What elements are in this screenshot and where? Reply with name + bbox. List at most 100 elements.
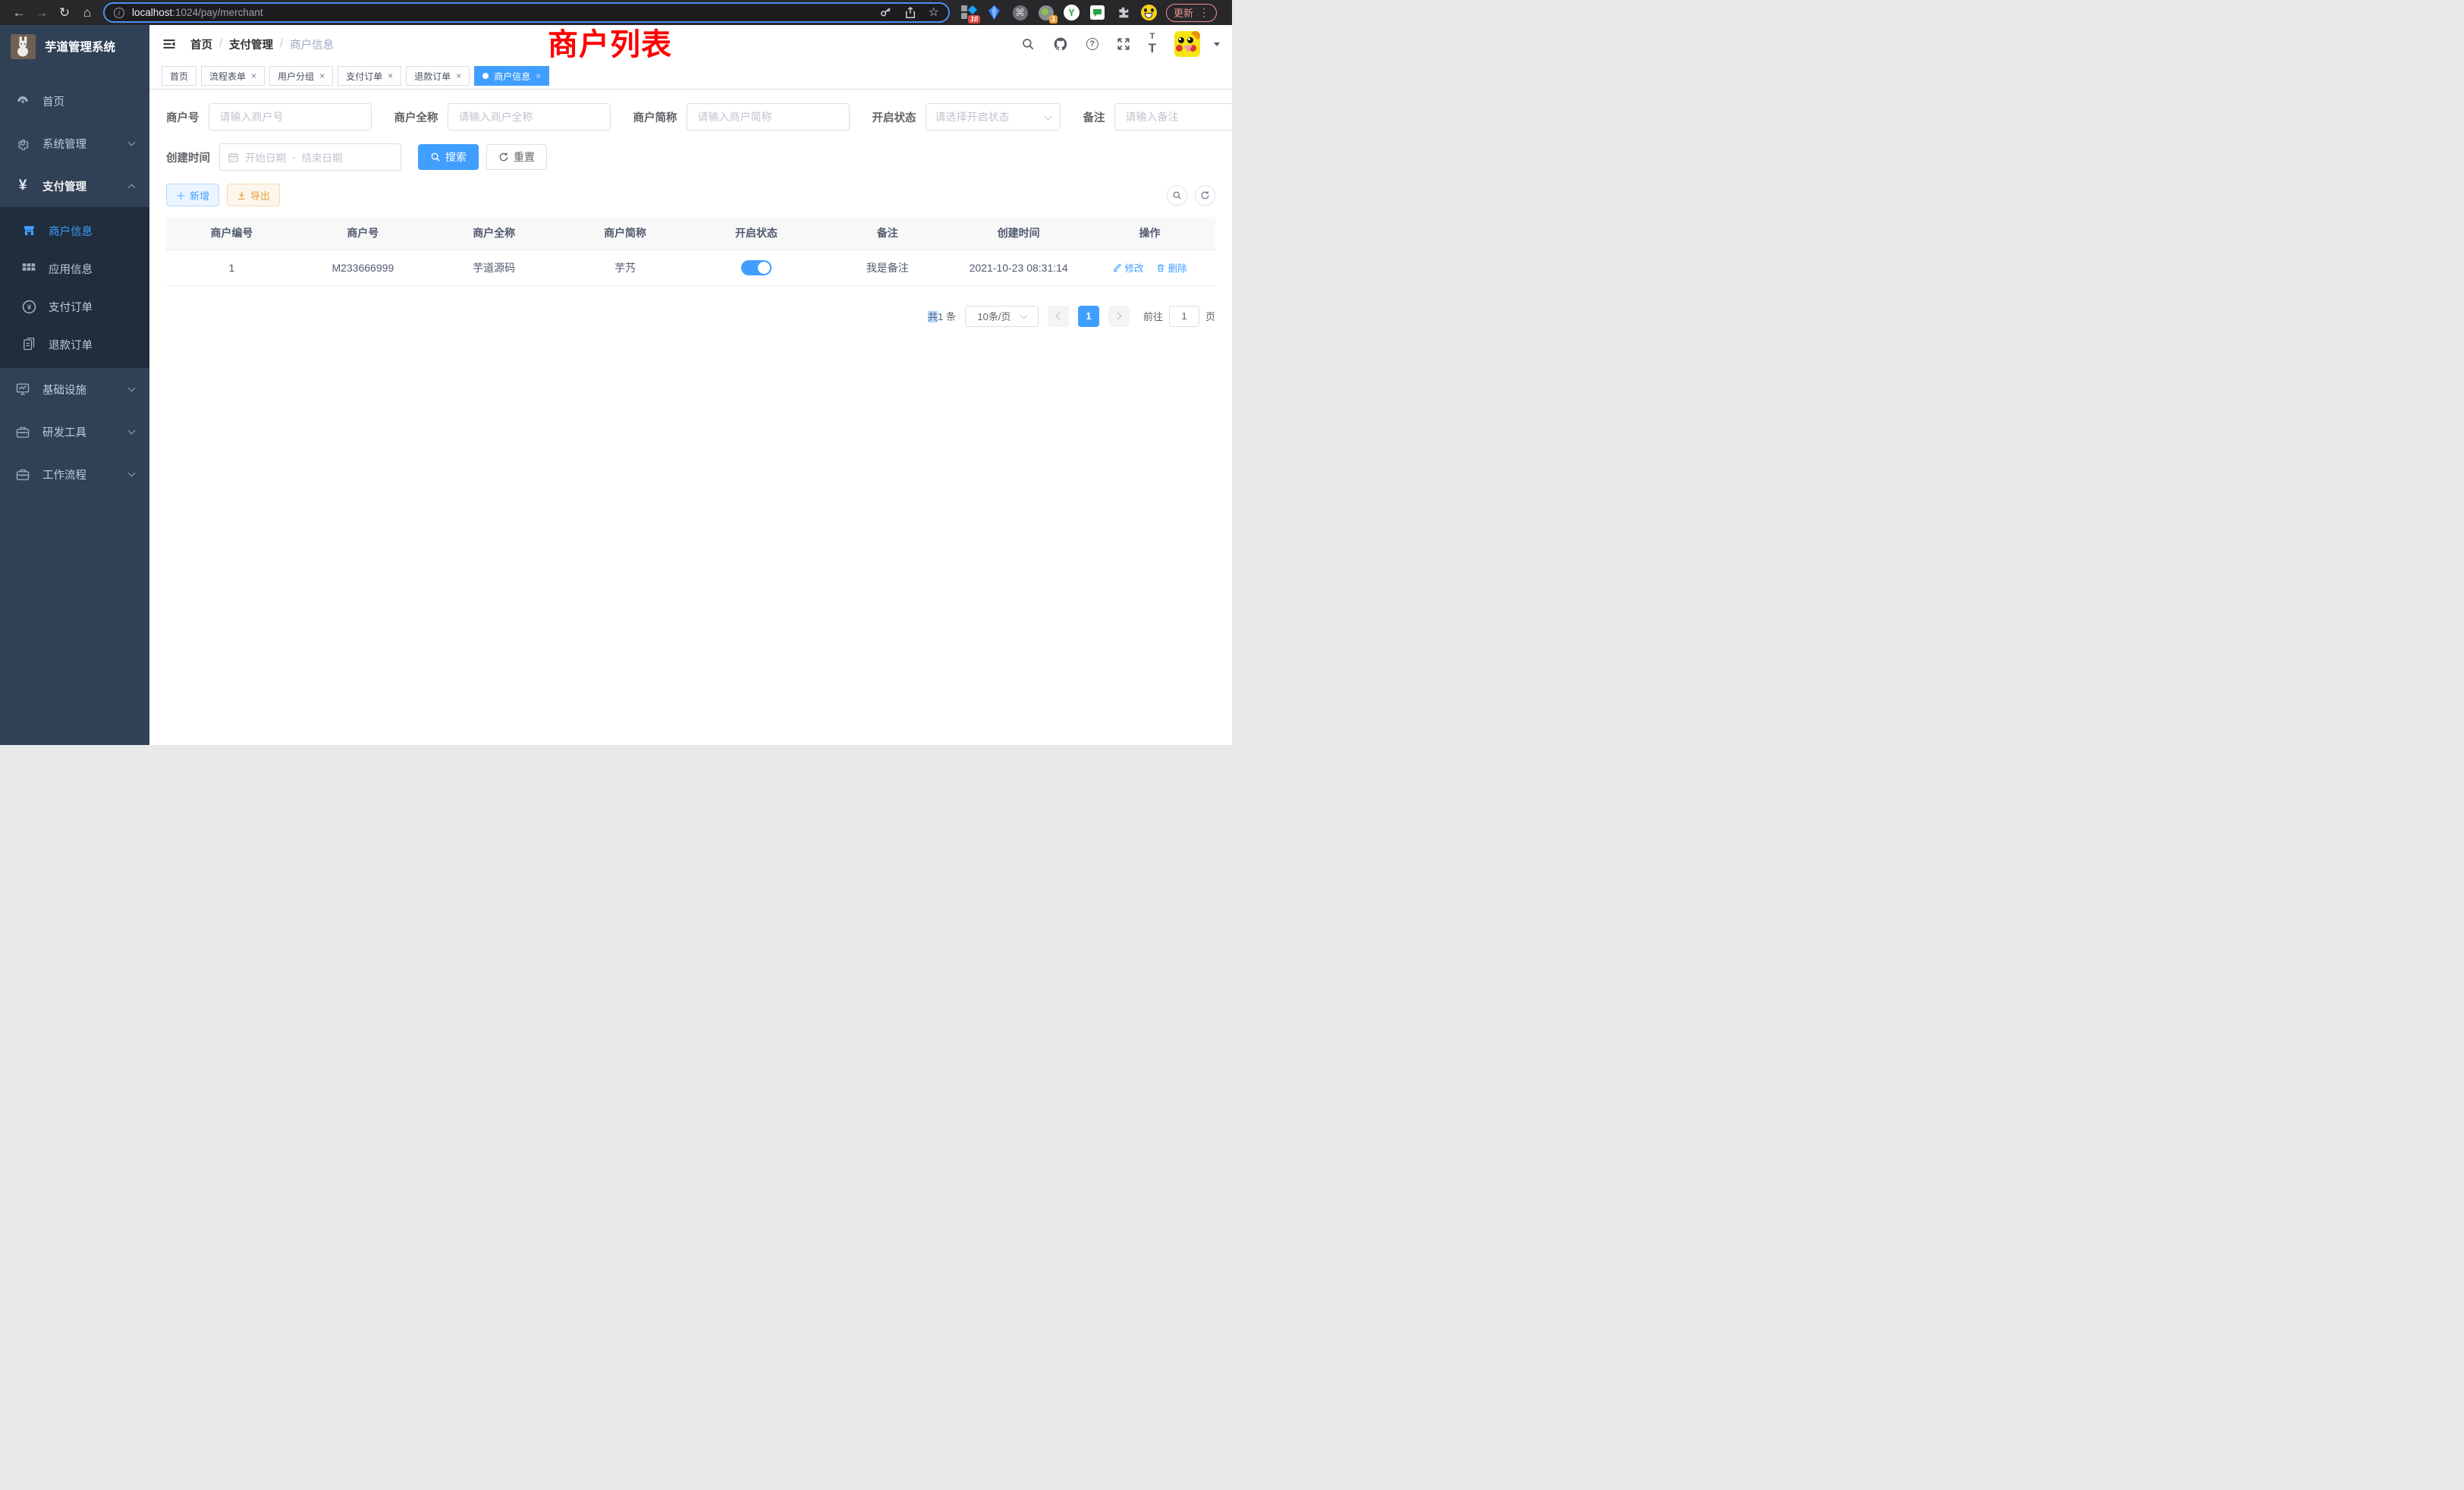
sidebar-item-merchant-info[interactable]: 商户信息 [0,212,149,250]
chevron-right-icon [1114,313,1122,320]
font-size-icon[interactable]: TT [1149,32,1156,56]
breadcrumb-pay[interactable]: 支付管理 [229,36,273,52]
sidebar-item-app-info[interactable]: 应用信息 [0,250,149,288]
tab-merchant-info[interactable]: 商户信息× [474,66,549,86]
browser-reload-icon[interactable]: ↻ [53,5,76,20]
browser-menu-icon[interactable]: ⋮ [1199,6,1209,19]
yen-icon: ¥ [15,178,30,194]
breadcrumb-home[interactable]: 首页 [190,36,212,52]
sidebar-item-devtools[interactable]: 研发工具 [0,410,149,453]
monitor-chart-icon [15,382,30,396]
breadcrumb: 首页 / 支付管理 / 商户信息 [190,36,334,52]
close-icon[interactable]: × [319,71,325,81]
address-bar[interactable]: i localhost:1024/pay/merchant ☆ [103,2,950,23]
collapse-sidebar-icon[interactable] [162,36,177,52]
search-icon[interactable] [1021,37,1035,51]
refresh-table-button[interactable] [1195,185,1215,206]
sidebar-item-workflow[interactable]: 工作流程 [0,453,149,495]
short-name-input[interactable] [687,103,850,130]
sidebar-item-infra[interactable]: 基础设施 [0,368,149,410]
prev-page-button[interactable] [1048,306,1069,327]
pagination: 共1 条 10条/页 1 前往 页 [166,306,1215,327]
search-icon [430,152,441,162]
col-merchant-id: 商户编号 [166,217,297,250]
full-name-input[interactable] [448,103,611,130]
close-icon[interactable]: × [456,71,461,81]
extension-blocks-icon[interactable]: 10 [960,5,976,20]
gear-icon [15,137,30,150]
col-short-name: 商户简称 [560,217,691,250]
breadcrumb-separator: / [280,38,283,50]
url-host: localhost [132,7,172,18]
selected-text: 共 [928,311,938,322]
document-icon [21,338,36,351]
breadcrumb-current: 商户信息 [290,36,334,52]
share-icon[interactable] [904,6,916,19]
briefcase-icon [15,468,30,481]
sidebar-item-pay[interactable]: ¥ 支付管理 [0,165,149,207]
goto-page-input[interactable] [1169,306,1199,327]
tab-home[interactable]: 首页 [162,66,196,86]
current-page-button[interactable]: 1 [1078,306,1099,327]
extension-recorder-icon[interactable]: 1 [1038,5,1054,20]
extension-gem-icon[interactable] [986,5,1002,20]
remark-input[interactable] [1114,103,1233,130]
tab-pay-order[interactable]: 支付订单× [338,66,401,86]
chrome-update-button[interactable]: 更新 ⋮ [1166,4,1217,22]
cell-merchant-no: M233666999 [297,250,429,285]
svg-text:¥: ¥ [27,303,31,312]
tab-label: 用户分组 [278,70,314,83]
url-text: localhost:1024/pay/merchant [132,7,263,18]
grid-icon [21,262,36,275]
close-icon[interactable]: × [388,71,393,81]
sidebar-item-label: 支付订单 [49,299,93,315]
next-page-button[interactable] [1108,306,1130,327]
chevron-down-icon [1044,112,1051,120]
tab-user-group[interactable]: 用户分组 × [269,66,333,86]
url-path: :1024/pay/merchant [172,7,262,18]
browser-home-icon[interactable]: ⌂ [76,5,99,20]
browser-forward-icon[interactable]: → [30,5,53,20]
page-size-select[interactable]: 10条/页 [965,306,1039,327]
sidebar-item-system[interactable]: 系统管理 [0,122,149,165]
github-icon[interactable] [1053,36,1068,52]
table-row: 1 M233666999 芋道源码 芋艿 我是备注 2021-10-23 08:… [166,250,1215,285]
col-status: 开启状态 [691,217,822,250]
site-info-icon[interactable]: i [114,8,124,18]
add-button[interactable]: ＋ 新增 [166,184,219,206]
extension-chat-icon[interactable] [1089,5,1105,20]
sidebar-item-refund-order[interactable]: 退款订单 [0,325,149,363]
search-button[interactable]: 搜索 [418,144,479,170]
profile-avatar-emoji[interactable] [1141,5,1157,20]
create-time-range-picker[interactable]: 开始日期 - 结束日期 [219,143,401,171]
tab-process-form[interactable]: 流程表单× [201,66,265,86]
edit-link[interactable]: 修改 [1113,260,1144,275]
close-icon[interactable]: × [251,71,256,81]
date-separator: - [292,152,296,163]
extension-command-icon[interactable]: ⌘ [1012,5,1028,20]
extension-y-icon[interactable]: Y [1064,5,1080,20]
bookmark-star-icon[interactable]: ☆ [929,7,939,19]
short-name-label: 商户简称 [633,109,677,125]
plus-icon: ＋ [176,188,186,203]
top-navbar: 首页 / 支付管理 / 商户信息 ? TT [149,25,1232,63]
close-icon[interactable]: × [536,71,541,81]
reset-button[interactable]: 重置 [486,144,547,170]
browser-back-icon[interactable]: ← [8,5,30,20]
status-select[interactable]: 请选择开启状态 [926,103,1061,130]
app-logo[interactable]: 芋道管理系统 [0,25,149,68]
help-icon[interactable]: ? [1086,38,1098,50]
delete-link[interactable]: 删除 [1156,260,1187,275]
password-key-icon[interactable] [879,6,892,19]
export-button[interactable]: 导出 [227,184,280,206]
extensions-puzzle-icon[interactable] [1115,5,1131,20]
status-toggle[interactable] [741,260,772,275]
toggle-search-button[interactable] [1167,185,1187,206]
sidebar-item-home[interactable]: 首页 [0,80,149,122]
user-avatar[interactable] [1174,31,1200,57]
merchant-no-input[interactable] [209,103,372,130]
sidebar-item-pay-order[interactable]: ¥ 支付订单 [0,288,149,325]
tab-refund-order[interactable]: 退款订单× [406,66,470,86]
fullscreen-icon[interactable] [1117,37,1130,51]
user-menu-caret-icon[interactable] [1214,42,1220,46]
